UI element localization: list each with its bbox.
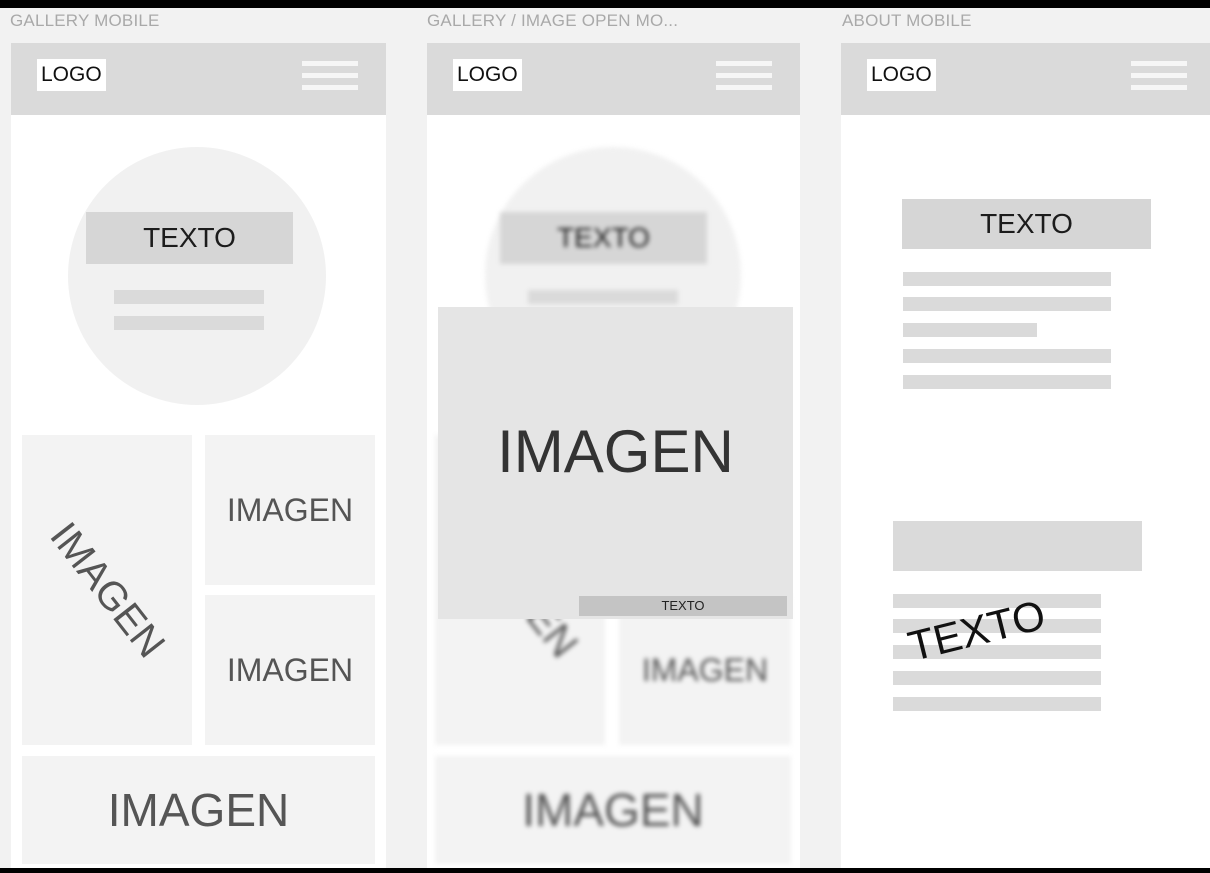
image-tile[interactable]: IMAGEN — [205, 595, 375, 745]
hero-title: TEXTO — [500, 212, 707, 264]
paragraph-line — [903, 349, 1111, 363]
image-tile-label: IMAGEN — [107, 784, 290, 836]
hamburger-menu-icon[interactable] — [716, 61, 772, 95]
paragraph-line — [903, 297, 1111, 311]
image-tile-label: IMAGEN — [41, 513, 174, 666]
hero-text-line — [114, 316, 264, 330]
hamburger-menu-icon[interactable] — [1131, 61, 1187, 95]
image-tile-wide[interactable]: IMAGEN — [22, 756, 375, 864]
logo[interactable]: LOGO — [867, 59, 936, 91]
frame-about-mobile: LOGO TEXTO TEXTO — [841, 43, 1210, 868]
image-modal-label: IMAGEN — [497, 418, 734, 485]
image-tile-label: IMAGEN — [226, 491, 354, 528]
header: LOGO — [841, 43, 1210, 115]
image-tile-label: IMAGEN — [226, 651, 354, 688]
hero-text-line — [528, 290, 678, 304]
frame-gallery-image-open: LOGO TEXTO IMAGEN IMAGEN IMAGEN IMAGEN T… — [427, 43, 800, 868]
frame-label-gallery-mobile: GALLERY MOBILE — [10, 11, 160, 30]
paragraph-line — [903, 375, 1111, 389]
image-tile-tall[interactable]: IMAGEN — [22, 435, 192, 745]
hamburger-menu-icon[interactable] — [302, 61, 358, 95]
frame-label-gallery-image-open: GALLERY / IMAGE OPEN MO... — [427, 11, 679, 30]
paragraph-line — [903, 323, 1037, 337]
hero-title: TEXTO — [86, 212, 293, 264]
image-tile-label: IMAGEN — [641, 651, 769, 688]
image-modal[interactable]: IMAGEN — [438, 307, 793, 619]
image-modal-caption: TEXTO — [579, 596, 787, 616]
frame-gallery-mobile: LOGO TEXTO IMAGEN IMAGEN IMAGEN IMAGEN — [11, 43, 386, 868]
paragraph-line — [893, 671, 1101, 685]
paragraph-line — [903, 272, 1111, 286]
section2-title-box — [893, 521, 1142, 571]
logo[interactable]: LOGO — [453, 59, 522, 91]
hero-blob — [68, 147, 326, 405]
hero-text-line — [114, 290, 264, 304]
bottom-strip — [0, 868, 1210, 873]
top-bar — [0, 0, 1210, 8]
logo[interactable]: LOGO — [37, 59, 106, 91]
header: LOGO — [11, 43, 386, 115]
image-tile-wide[interactable]: IMAGEN — [435, 756, 791, 864]
image-tile-label: IMAGEN — [522, 784, 704, 836]
frame-label-about-mobile: ABOUT MOBILE — [842, 11, 972, 30]
header: LOGO — [427, 43, 800, 115]
image-tile[interactable]: IMAGEN — [205, 435, 375, 585]
paragraph-line — [893, 697, 1101, 711]
section-title: TEXTO — [902, 199, 1151, 249]
